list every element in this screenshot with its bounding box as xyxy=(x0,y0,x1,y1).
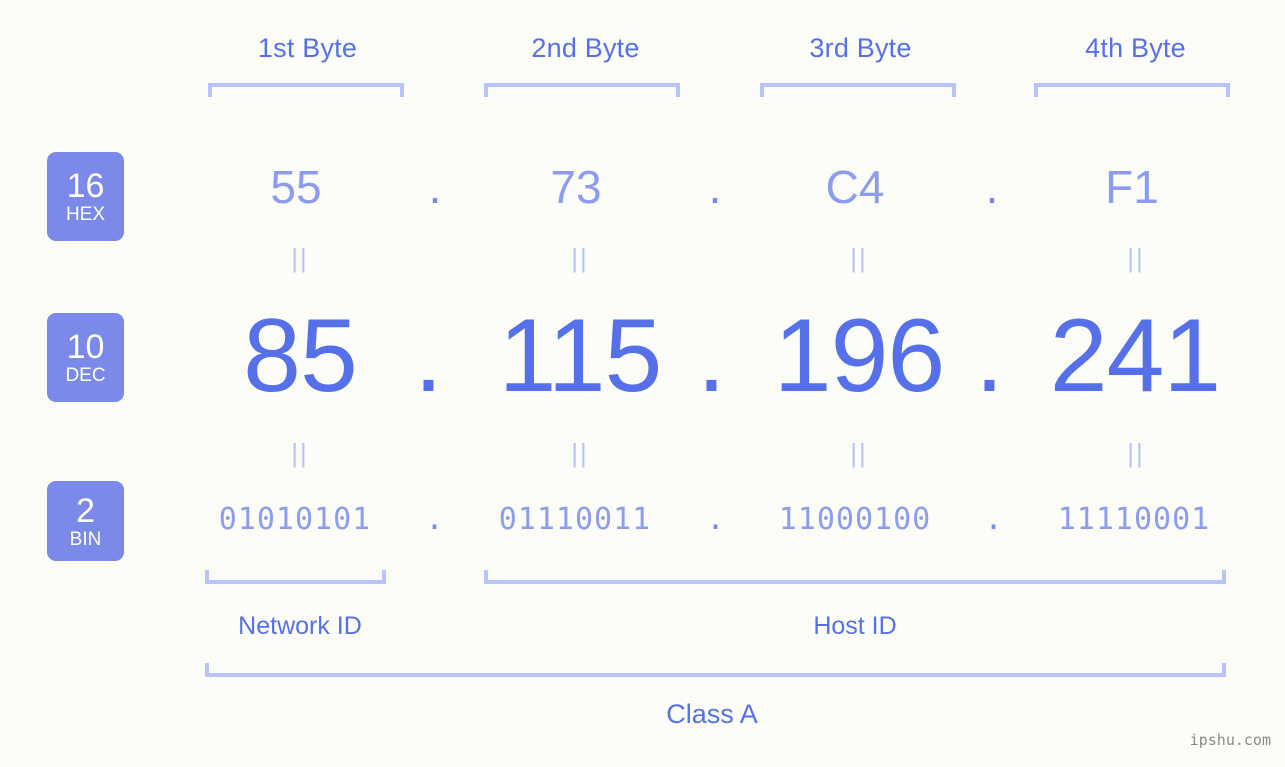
base-badge-dec: 10 DEC xyxy=(47,313,124,402)
byte-header-2: 2nd Byte xyxy=(531,33,640,63)
base-badge-dec-label: DEC xyxy=(65,365,106,386)
hex-byte-1: 55 xyxy=(270,161,322,213)
base-badge-hex: 16 HEX xyxy=(47,152,124,241)
class-label: Class A xyxy=(666,699,758,729)
base-badge-dec-number: 10 xyxy=(66,328,105,366)
bin-byte-4: 11110001 xyxy=(1057,502,1211,537)
bin-separator-3: . xyxy=(984,502,1004,537)
base-badge-hex-number: 16 xyxy=(66,167,105,205)
equals-dec-bin-4: || xyxy=(1127,438,1145,468)
dec-byte-2: 115 xyxy=(498,298,663,414)
watermark: ipshu.com xyxy=(1189,731,1271,749)
byte-bracket-1 xyxy=(208,83,404,97)
bin-byte-2: 01110011 xyxy=(498,502,652,537)
hex-separator-1: . xyxy=(428,161,442,213)
equals-dec-bin-2: || xyxy=(571,438,589,468)
equals-hex-dec-2: || xyxy=(571,243,589,273)
hex-separator-3: . xyxy=(985,161,999,213)
byte-bracket-3 xyxy=(760,83,956,97)
bin-byte-1: 01010101 xyxy=(218,502,372,537)
bin-separator-2: . xyxy=(706,502,726,537)
equals-hex-dec-1: || xyxy=(291,243,309,273)
hex-byte-2: 73 xyxy=(550,161,602,213)
dec-byte-3: 196 xyxy=(773,298,946,414)
network-id-label: Network ID xyxy=(238,612,362,640)
hex-byte-3: C4 xyxy=(825,161,885,213)
ip-address-breakdown-diagram: 1st Byte 2nd Byte 3rd Byte 4th Byte 16 H… xyxy=(0,0,1285,767)
byte-header-1: 1st Byte xyxy=(257,33,358,63)
base-badge-bin-label: BIN xyxy=(69,528,102,550)
hex-byte-4: F1 xyxy=(1105,161,1159,213)
bin-separator-1: . xyxy=(425,502,445,537)
equals-dec-bin-1: || xyxy=(291,438,309,468)
dec-byte-1: 85 xyxy=(243,298,358,414)
byte-bracket-4 xyxy=(1034,83,1230,97)
byte-header-4: 4th Byte xyxy=(1085,33,1186,63)
bin-byte-3: 11000100 xyxy=(778,502,932,537)
equals-hex-dec-3: || xyxy=(850,243,868,273)
base-badge-bin: 2 BIN xyxy=(47,481,124,561)
base-badge-hex-label: HEX xyxy=(65,204,106,225)
equals-dec-bin-3: || xyxy=(850,438,868,468)
host-id-bracket xyxy=(484,570,1226,584)
base-badge-bin-number: 2 xyxy=(76,491,95,530)
dec-byte-4: 241 xyxy=(1049,298,1222,414)
host-id-label: Host ID xyxy=(813,612,897,640)
class-bracket xyxy=(205,663,1226,677)
equals-hex-dec-4: || xyxy=(1127,243,1145,273)
hex-separator-2: . xyxy=(708,161,722,213)
byte-header-3: 3rd Byte xyxy=(809,33,912,63)
network-id-bracket xyxy=(205,570,386,584)
byte-bracket-2 xyxy=(484,83,680,97)
